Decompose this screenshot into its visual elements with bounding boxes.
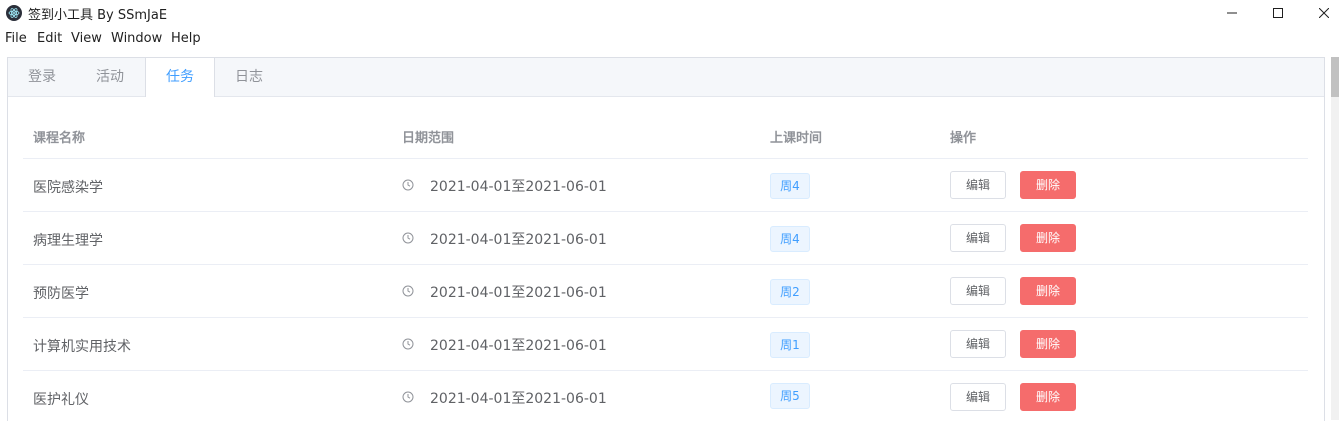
tab-activity[interactable]: 活动	[76, 58, 144, 96]
clock-icon	[402, 338, 414, 350]
column-header-date-range: 日期范围	[402, 131, 455, 146]
column-header-actions: 操作	[950, 131, 977, 146]
date-range: 2021-04-01至2021-06-01	[430, 338, 607, 354]
edit-button[interactable]: 编辑	[950, 277, 1006, 305]
clock-icon	[402, 391, 414, 403]
row-divider	[23, 317, 1308, 318]
scrollbar-thumb[interactable]	[1331, 57, 1339, 97]
menu-view[interactable]: View	[71, 31, 102, 46]
weekday-tag: 周4	[770, 226, 810, 252]
tab-log[interactable]: 日志	[214, 58, 284, 96]
weekday-tag: 周5	[770, 383, 810, 409]
tab-login[interactable]: 登录	[8, 58, 76, 96]
row-divider	[23, 158, 1308, 159]
date-range: 2021-04-01至2021-06-01	[430, 232, 607, 248]
menu-help[interactable]: Help	[171, 31, 201, 46]
delete-button[interactable]: 删除	[1020, 277, 1076, 305]
row-divider	[23, 370, 1308, 371]
course-name: 预防医学	[33, 286, 89, 302]
title-bar: 签到小工具 By SSmJaE	[0, 0, 1339, 26]
date-range: 2021-04-01至2021-06-01	[430, 391, 607, 407]
course-name: 计算机实用技术	[33, 339, 131, 355]
row-divider	[23, 264, 1308, 265]
close-icon	[1319, 8, 1329, 18]
close-button[interactable]	[1301, 0, 1339, 26]
tab-tasks[interactable]: 任务	[145, 58, 215, 97]
row-divider	[23, 211, 1308, 212]
menu-edit[interactable]: Edit	[37, 31, 62, 46]
menu-window[interactable]: Window	[111, 31, 162, 46]
clock-icon	[402, 285, 414, 297]
delete-button[interactable]: 删除	[1020, 330, 1076, 358]
maximize-button[interactable]	[1255, 0, 1301, 26]
clock-icon	[402, 179, 414, 191]
course-name: 病理生理学	[33, 233, 103, 249]
minimize-icon	[1227, 12, 1237, 14]
column-header-class-time: 上课时间	[770, 131, 823, 146]
menu-file[interactable]: File	[5, 31, 27, 46]
tabs-header: 登录 活动 任务 日志	[8, 58, 1324, 97]
edit-button[interactable]: 编辑	[950, 224, 1006, 252]
window-title: 签到小工具 By SSmJaE	[28, 8, 168, 23]
clock-icon	[402, 232, 414, 244]
date-range: 2021-04-01至2021-06-01	[430, 179, 607, 195]
menu-bar: File Edit View Window Help	[0, 28, 1339, 50]
weekday-tag: 周4	[770, 173, 810, 199]
weekday-tag: 周2	[770, 279, 810, 305]
tabs-card: 登录 活动 任务 日志	[7, 57, 1325, 421]
delete-button[interactable]: 删除	[1020, 171, 1076, 199]
electron-logo-icon	[6, 5, 22, 21]
course-name: 医护礼仪	[33, 392, 89, 408]
column-header-course: 课程名称	[33, 131, 86, 146]
edit-button[interactable]: 编辑	[950, 171, 1006, 199]
date-range: 2021-04-01至2021-06-01	[430, 285, 607, 301]
edit-button[interactable]: 编辑	[950, 330, 1006, 358]
edit-button[interactable]: 编辑	[950, 383, 1006, 411]
maximize-icon	[1273, 8, 1283, 18]
delete-button[interactable]: 删除	[1020, 383, 1076, 411]
minimize-button[interactable]	[1209, 0, 1255, 26]
delete-button[interactable]: 删除	[1020, 224, 1076, 252]
scrollbar-track[interactable]	[1331, 57, 1339, 420]
weekday-tag: 周1	[770, 332, 810, 358]
course-name: 医院感染学	[33, 180, 103, 196]
